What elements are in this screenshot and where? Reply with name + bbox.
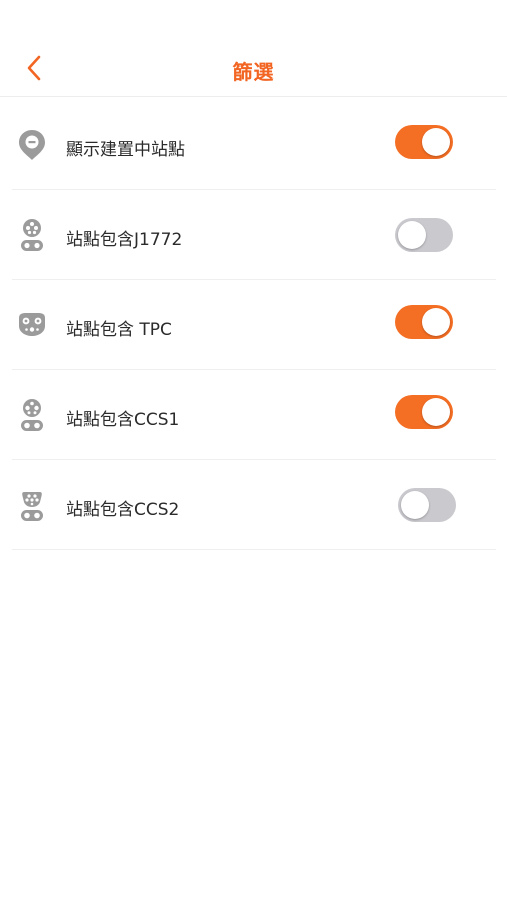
filter-row-under-construction: 顯示建置中站點 xyxy=(12,100,496,190)
toggle-switch[interactable] xyxy=(395,305,453,339)
toggle-knob xyxy=(422,398,450,426)
map-pin-icon xyxy=(16,128,48,162)
toggle-knob xyxy=(422,308,450,336)
filter-label: 站點包含 TPC xyxy=(66,320,172,340)
page-title: 篩選 xyxy=(232,60,275,84)
toggle-knob xyxy=(422,128,450,156)
filter-label: 站點包含J1772 xyxy=(66,230,183,250)
connector-plug-icon xyxy=(16,398,48,432)
filter-row-tpc: 站點包含 TPC xyxy=(12,280,496,370)
filter-row-ccs1: 站點包含CCS1 xyxy=(12,370,496,460)
toggle-knob xyxy=(401,491,429,519)
filter-label: 站點包含CCS2 xyxy=(66,500,180,520)
toggle-switch[interactable] xyxy=(398,488,456,522)
filter-row-ccs2: 站點包含CCS2 xyxy=(12,460,496,550)
filter-screen: 篩選 顯示建置中站點 站點包含J1772 站點包含 TPC 站點包含CCS1 站… xyxy=(0,0,507,900)
connector-plug-icon xyxy=(16,308,48,342)
connector-plug-icon xyxy=(16,218,48,252)
connector-plug-icon xyxy=(16,488,48,522)
filter-label: 顯示建置中站點 xyxy=(66,140,185,160)
toggle-knob xyxy=(398,221,426,249)
toggle-switch[interactable] xyxy=(395,395,453,429)
filter-row-j1772: 站點包含J1772 xyxy=(12,190,496,280)
toggle-switch[interactable] xyxy=(395,218,453,252)
filter-label: 站點包含CCS1 xyxy=(66,410,180,430)
toggle-switch[interactable] xyxy=(395,125,453,159)
header-bar: 篩選 xyxy=(0,40,507,97)
filter-list: 顯示建置中站點 站點包含J1772 站點包含 TPC 站點包含CCS1 站點包含… xyxy=(0,100,507,550)
